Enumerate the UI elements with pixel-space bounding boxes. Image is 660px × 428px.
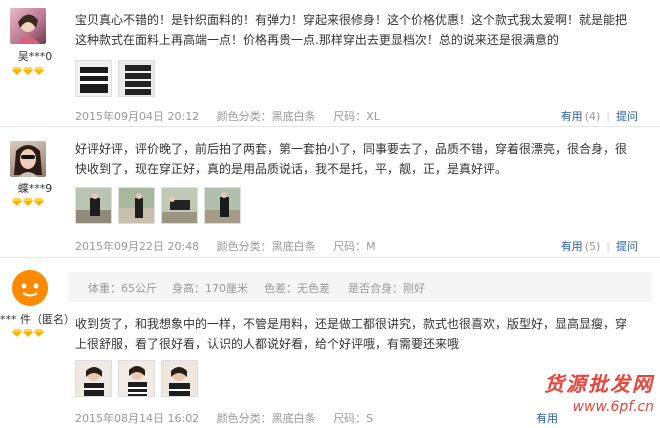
photo-image	[76, 361, 111, 396]
useful-count: (5)	[584, 240, 601, 253]
watermark-title: 货源批发网	[544, 372, 654, 396]
divider: |	[606, 240, 610, 253]
divider: |	[606, 110, 610, 123]
avatar-image	[16, 14, 40, 44]
review-date: 2015年08月14日 16:02	[75, 412, 200, 425]
photo-image	[76, 61, 111, 96]
review-text: 好评好评，评价晚了，前后拍了两套，第一套拍小了，同事要去了，品质不错，穿着很漂亮…	[75, 142, 628, 176]
review-actions: 有用 (5) | 提问	[561, 238, 638, 254]
review-item: 吴***0 宝贝真心不错的！是针织面料的！有弹力！穿起来很修身！这个价格优惠！这…	[0, 0, 660, 127]
diamond-icon	[12, 329, 22, 337]
photo-image	[162, 188, 197, 223]
weight-info: 体重：65公斤	[88, 282, 157, 295]
review-photo-thumbnail[interactable]	[161, 360, 198, 397]
color-option: 颜色分类：黑底白条	[216, 110, 316, 123]
diamond-icon	[23, 67, 33, 75]
color-difference-info: 色差：无色差	[264, 282, 330, 295]
ask-question-link[interactable]: 提问	[616, 240, 638, 253]
fit-info: 是否合身：刚好	[348, 282, 425, 295]
body-info-bar: 体重：65公斤 身高：170厘米 色差：无色差 是否合身：刚好	[68, 272, 652, 302]
review-photo-thumbnail[interactable]	[118, 60, 155, 97]
photo-image	[205, 188, 240, 223]
review-photo-thumbnail[interactable]	[118, 360, 155, 397]
watermark-url: www.6pf.cn	[572, 399, 654, 415]
rating-diamonds	[12, 198, 44, 206]
diamond-icon	[34, 198, 44, 206]
anonymous-avatar-icon	[12, 270, 48, 306]
user-avatar[interactable]	[10, 8, 46, 44]
review-text: 宝贝真心不错的！是针织面料的！有弹力！穿起来很修身！这个价格优惠！这个款式我太爱…	[75, 13, 628, 47]
rating-diamonds	[12, 67, 44, 75]
review-meta: 2015年09月04日 20:12 颜色分类：黑底白条 尺码：XL	[75, 108, 394, 124]
diamond-icon	[12, 67, 22, 75]
review-photo-thumbnail[interactable]	[118, 187, 155, 224]
review-date: 2015年09月04日 20:12	[75, 110, 200, 123]
ask-question-link[interactable]: 提问	[616, 110, 638, 123]
review-photos	[75, 60, 155, 97]
review-item: 蝶***9 好评好评，评价晚了，前后拍了两套，第一套拍小了，同事要去了，品质不错…	[0, 127, 660, 258]
size-option: 尺码：S	[333, 412, 374, 425]
site-watermark: 货源批发网 www.6pf.cn	[544, 368, 654, 415]
user-avatar[interactable]	[10, 141, 46, 177]
review-photo-thumbnail[interactable]	[75, 187, 112, 224]
photo-image	[119, 188, 154, 223]
useful-count: (4)	[584, 110, 601, 123]
review-photos	[75, 187, 241, 224]
review-photo-thumbnail[interactable]	[204, 187, 241, 224]
review-photo-thumbnail[interactable]	[75, 360, 112, 397]
rating-diamonds	[12, 329, 44, 337]
user-avatar[interactable]	[12, 270, 48, 306]
review-photo-thumbnail[interactable]	[75, 60, 112, 97]
photo-image	[119, 61, 154, 96]
photo-image	[76, 188, 111, 223]
photo-image	[119, 361, 154, 396]
size-option: 尺码：M	[333, 240, 376, 253]
size-option: 尺码：XL	[333, 110, 380, 123]
review-actions: 有用 (4) | 提问	[561, 108, 638, 124]
diamond-icon	[23, 329, 33, 337]
review-photos	[75, 360, 198, 397]
diamond-icon	[23, 198, 33, 206]
diamond-icon	[34, 67, 44, 75]
diamond-icon	[12, 198, 22, 206]
review-meta: 2015年08月14日 16:02 颜色分类：黑底白条 尺码：S	[75, 410, 387, 426]
username: 吴***0	[17, 50, 53, 63]
height-info: 身高：170厘米	[172, 282, 248, 295]
useful-button[interactable]: 有用	[561, 110, 583, 123]
photo-image	[162, 361, 197, 396]
review-meta: 2015年09月22日 20:48 颜色分类：黑底白条 尺码：M	[75, 238, 390, 254]
avatar-image	[14, 145, 42, 177]
review-date: 2015年09月22日 20:48	[75, 240, 200, 253]
review-text: 收到货了，和我想象中的一样，不管是用料，还是做工都很讲究，款式也很喜欢，版型好，…	[75, 317, 628, 351]
useful-button[interactable]: 有用	[561, 240, 583, 253]
color-option: 颜色分类：黑底白条	[216, 412, 316, 425]
username: 蝶***9	[17, 182, 53, 195]
color-option: 颜色分类：黑底白条	[216, 240, 316, 253]
diamond-icon	[34, 329, 44, 337]
review-photo-thumbnail[interactable]	[161, 187, 198, 224]
username: *** 件（匿名）	[0, 313, 75, 326]
